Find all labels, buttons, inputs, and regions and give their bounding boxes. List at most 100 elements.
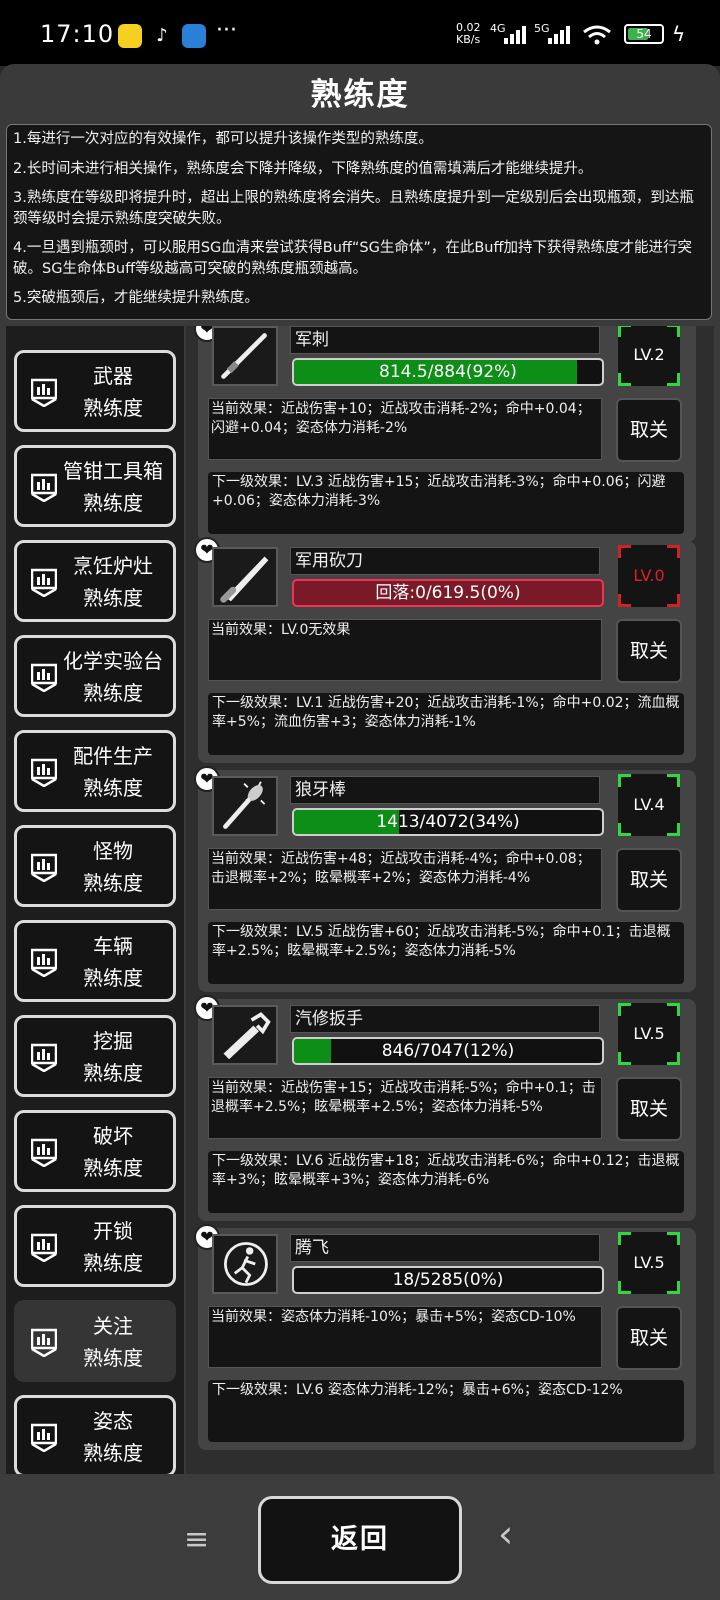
sidebar-item[interactable]: 关注 熟练度 [14,1300,176,1382]
sidebar-item[interactable]: 开锁 熟练度 [14,1205,176,1287]
unfollow-button[interactable]: 取关 [616,1306,682,1370]
net-speed: 0.02 KB/s [456,22,481,46]
rule-text: 5.突破瓶颈后，才能继续提升熟练度。 [13,290,259,306]
battery-icon: 54 [624,24,664,44]
proficiency-card: ❤ 军刺 814.5/884(92%) LV.2 当前效果：近战伤害+10；近战攻击消耗… [194,326,696,542]
level-text: LV.5 [633,1253,665,1272]
page-title: 熟练度 [310,77,410,113]
sidebar-item-sublabel: 熟练度 [83,586,143,610]
level-badge: LV.5 [618,1232,680,1294]
unfollow-button[interactable]: 取关 [616,398,682,462]
level-text: LV.2 [633,345,665,364]
sidebar-item-label: 姿态 [93,1409,133,1433]
progress-text: 846/7047(12%) [381,1041,515,1061]
sidebar-item[interactable]: 烹饪炉灶 熟练度 [14,540,176,622]
sidebar-item[interactable]: 配件生产 熟练度 [14,730,176,812]
sidebar-item[interactable]: 车辆 熟练度 [14,920,176,1002]
net-speed-unit: KB/s [456,33,481,46]
level-badge: LV.2 [618,326,680,386]
sidebar-item-sublabel: 熟练度 [83,1061,143,1085]
sidebar-item-sublabel: 熟练度 [83,1251,143,1275]
proficiency-progress-bar: 1413/4072(34%) [292,808,604,836]
proficiency-card: ❤ 腾飞 18/5285(0%) LV.5 当前效果：姿态体力消耗-10%；暴击+5%；… [194,1224,696,1450]
level-badge: LV.5 [618,1003,680,1065]
machete-icon [220,556,269,603]
rules-box: 1.每进行一次对应的有效操作，都可以提升该操作类型的熟练度。 2.长时间未进行相… [6,124,712,320]
sidebar-item-label: 怪物 [93,839,133,863]
proficiency-card: ❤ 狼牙棒 1413/4072(34%) LV.4 当前效果：近战伤害+48；近战攻击消… [194,766,696,992]
proficiency-progress-bar: 18/5285(0%) [292,1266,604,1294]
sidebar-item-label: 挖掘 [93,1029,133,1053]
signal-bars-icon [504,26,530,44]
spiked-club-icon [223,781,266,829]
level-text: LV.4 [633,795,665,814]
sidebar-item-label: 车辆 [93,934,133,958]
item-name: 军用砍刀 [290,547,600,575]
current-effect-text: 当前效果：近战伤害+10；近战攻击消耗-2%；命中+0.04；闪避+0.04；姿… [208,398,602,460]
battery-level: 54 [636,27,652,41]
rule-text: 2.长时间未进行相关操作，熟练度会下降并降级，下降熟练度的值需填满后才能继续提升… [13,160,593,177]
sidebar-item-label: 烹饪炉灶 [73,554,153,578]
bayonet-icon [221,333,267,379]
current-effect-text: 当前效果：近战伤害+48；近战攻击消耗-4%；命中+0.08；击退概率+2%；眩… [208,848,602,910]
progress-text: 回落:0/619.5(0%) [375,583,521,603]
sidebar-item-sublabel: 熟练度 [83,681,143,705]
sidebar-item[interactable]: 化学实验台 熟练度 [14,635,176,717]
sidebar-item-label: 管钳工具箱 [63,459,163,483]
sidebar-item-sublabel: 熟练度 [83,491,143,515]
item-name: 腾飞 [290,1234,600,1262]
proficiency-progress-bar: 814.5/884(92%) [292,358,604,386]
next-level-effect-text: 下一级效果：LV.3 近战伤害+15；近战攻击消耗-3%；命中+0.06；闪避+… [208,472,684,534]
system-menu-icon[interactable]: ≡ [184,1522,209,1557]
sidebar-item[interactable]: 姿态 熟练度 [14,1395,176,1474]
level-badge: LV.4 [618,774,680,836]
app-icon-3 [182,24,206,48]
next-level-effect-text: 下一级效果：LV.5 近战伤害+60；近战攻击消耗-5%；命中+0.1；击退概率… [208,922,684,984]
item-name: 军刺 [290,326,600,354]
rule-text: 1.每进行一次对应的有效操作，都可以提升该操作类型的熟练度。 [13,131,433,147]
tiktok-icon: ♪ [150,24,174,48]
category-sidebar[interactable]: 武器 熟练度 管钳工具箱 熟练度 烹饪炉灶 熟练度 化学实验台 熟练度 配件生产 熟练度 怪物 熟练度… [6,326,184,1474]
sidebar-item[interactable]: 管钳工具箱 熟练度 [14,445,176,527]
progress-text: 1413/4072(34%) [376,812,520,832]
sidebar-item-label: 武器 [93,364,133,388]
progress-text: 18/5285(0%) [392,1270,504,1290]
unfollow-button[interactable]: 取关 [616,848,682,912]
next-level-effect-text: 下一级效果：LV.6 姿态体力消耗-12%；暴击+6%；姿态CD-12% [208,1380,684,1442]
status-time: 17:10 [40,20,115,48]
weapon-icon [212,326,278,386]
proficiency-progress-bar: 回落:0/619.5(0%) [292,579,604,607]
sidebar-item[interactable]: 怪物 熟练度 [14,825,176,907]
proficiency-card: ❤ 汽修扳手 846/7047(12%) LV.5 当前效果：近战伤害+15；近战攻击消… [194,995,696,1221]
signal-bars-icon [548,26,574,44]
sidebar-item[interactable]: 挖掘 熟练度 [14,1015,176,1097]
leaping-figure-icon [224,1242,268,1286]
next-level-effect-text: 下一级效果：LV.1 近战伤害+20；近战攻击消耗-1%；命中+0.02；流血概… [208,693,684,755]
system-back-icon[interactable]: ‹ [498,1512,513,1556]
proficiency-card: ❤ 军用砍刀 回落:0/619.5(0%) LV.0 当前效果：LV.0无效果 取关 下一级… [194,537,696,763]
sidebar-item-label: 破坏 [93,1124,133,1148]
sidebar-item-sublabel: 熟练度 [83,1346,143,1370]
back-button[interactable]: 返回 [258,1496,462,1584]
level-badge: LV.0 [618,545,680,607]
proficiency-progress-bar: 846/7047(12%) [292,1037,604,1065]
sidebar-item-sublabel: 熟练度 [83,776,143,800]
current-effect-text: 当前效果：姿态体力消耗-10%；暴击+5%；姿态CD-10% [208,1306,602,1368]
weapon-icon [212,776,278,836]
weapon-icon [212,547,278,607]
unfollow-button[interactable]: 取关 [616,1077,682,1141]
progress-text: 814.5/884(92%) [379,362,517,382]
current-effect-text: 当前效果：LV.0无效果 [208,619,602,681]
sidebar-item-sublabel: 熟练度 [83,1156,143,1180]
unfollow-button[interactable]: 取关 [616,619,682,683]
item-name: 汽修扳手 [290,1005,600,1033]
sidebar-item-label: 开锁 [93,1219,133,1243]
sidebar-item[interactable]: 破坏 熟练度 [14,1110,176,1192]
sidebar-item-sublabel: 熟练度 [83,871,143,895]
next-level-effect-text: 下一级效果：LV.6 近战伤害+18；近战攻击消耗-6%；命中+0.12；击退概… [208,1151,684,1213]
proficiency-list[interactable]: ❤ 军刺 814.5/884(92%) LV.2 当前效果：近战伤害+10；近战攻击消耗… [186,326,714,1474]
rule-text: 4.一旦遇到瓶颈时，可以服用SG血清来尝试获得Buff“SG生命体”，在此Buf… [13,240,692,277]
sidebar-item[interactable]: 武器 熟练度 [14,350,176,432]
weapon-icon [212,1005,278,1065]
sidebar-item-label: 化学实验台 [63,649,163,673]
